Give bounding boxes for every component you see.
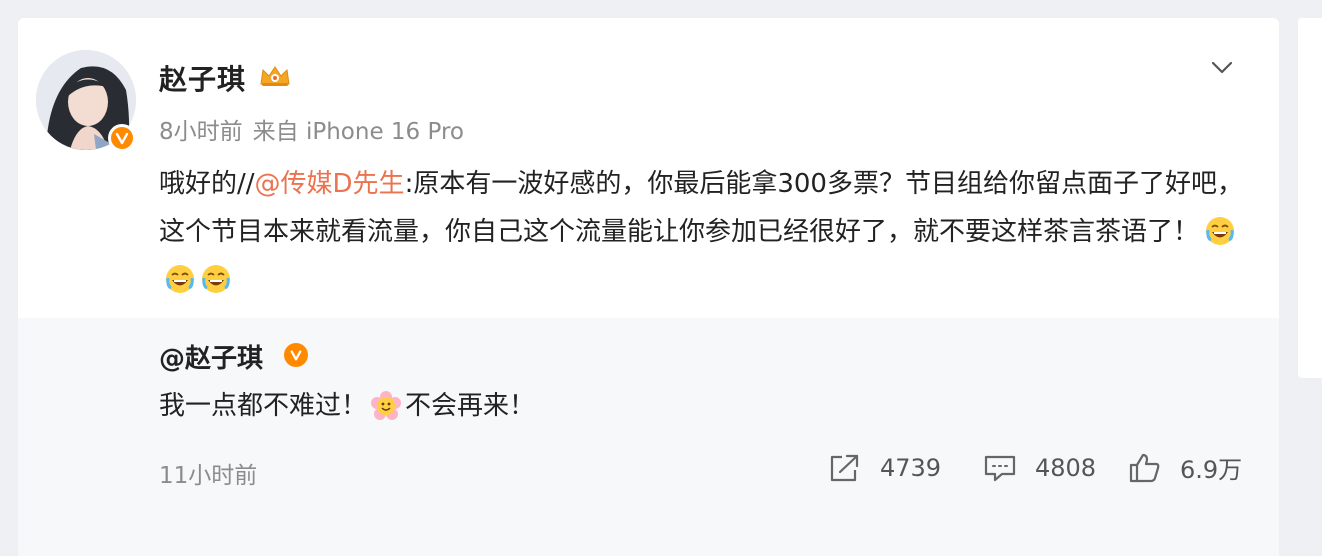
post-card: 赵子琪 8小时前 来自 iPhone 16 Pro 哦好的//@传媒D先生:原本有… xyxy=(18,18,1279,556)
post-source: 来自 iPhone 16 Pro xyxy=(252,119,464,145)
quoted-username[interactable]: @赵子琪 xyxy=(159,338,263,375)
username[interactable]: 赵子琪 xyxy=(159,58,246,98)
verified-badge-icon xyxy=(108,124,136,152)
crying-laugh-emoji xyxy=(1206,217,1235,245)
repost-button[interactable]: 4739 xyxy=(828,453,983,483)
like-button[interactable]: 6.9万 xyxy=(1128,450,1242,485)
comment-icon xyxy=(984,455,1016,481)
quoted-time[interactable]: 11小时前 xyxy=(159,456,257,490)
quoted-text-after: 不会再来！ xyxy=(405,391,536,421)
quoted-text: 我一点都不难过！ 不会再来！ xyxy=(159,386,535,426)
post-meta: 8小时前 来自 iPhone 16 Pro xyxy=(159,112,464,146)
repost-icon xyxy=(830,454,859,481)
post-text: 哦好的//@传媒D先生:原本有一波好感的，你最后能拿300多票？节目组给你留点面… xyxy=(159,160,1249,304)
comment-button[interactable]: 4808 xyxy=(983,453,1128,483)
chevron-down-icon[interactable] xyxy=(1208,54,1236,82)
crown-icon[interactable] xyxy=(258,64,292,88)
like-count: 6.9万 xyxy=(1180,456,1243,484)
side-panel xyxy=(1298,18,1322,378)
thumbs-up-icon xyxy=(1129,453,1160,482)
flower-face-emoji xyxy=(371,391,402,420)
quoted-text-before: 我一点都不难过！ xyxy=(159,391,368,421)
post-text-prefix: 哦好的// xyxy=(159,169,255,199)
crying-laugh-emoji xyxy=(202,265,230,293)
post-time[interactable]: 8小时前 xyxy=(159,119,243,145)
crying-laugh-emoji xyxy=(166,265,194,293)
comment-count: 4808 xyxy=(1035,453,1097,482)
action-bar: 4739 4808 6.9万 xyxy=(828,450,1242,485)
mention-link[interactable]: @传媒D先生 xyxy=(255,169,405,199)
verified-badge-icon xyxy=(284,343,308,367)
repost-count: 4739 xyxy=(880,453,942,482)
quoted-post[interactable]: @赵子琪 我一点都不难过！ 不会再来！ 11小时前 4739 4808 6.9万 xyxy=(18,318,1279,556)
